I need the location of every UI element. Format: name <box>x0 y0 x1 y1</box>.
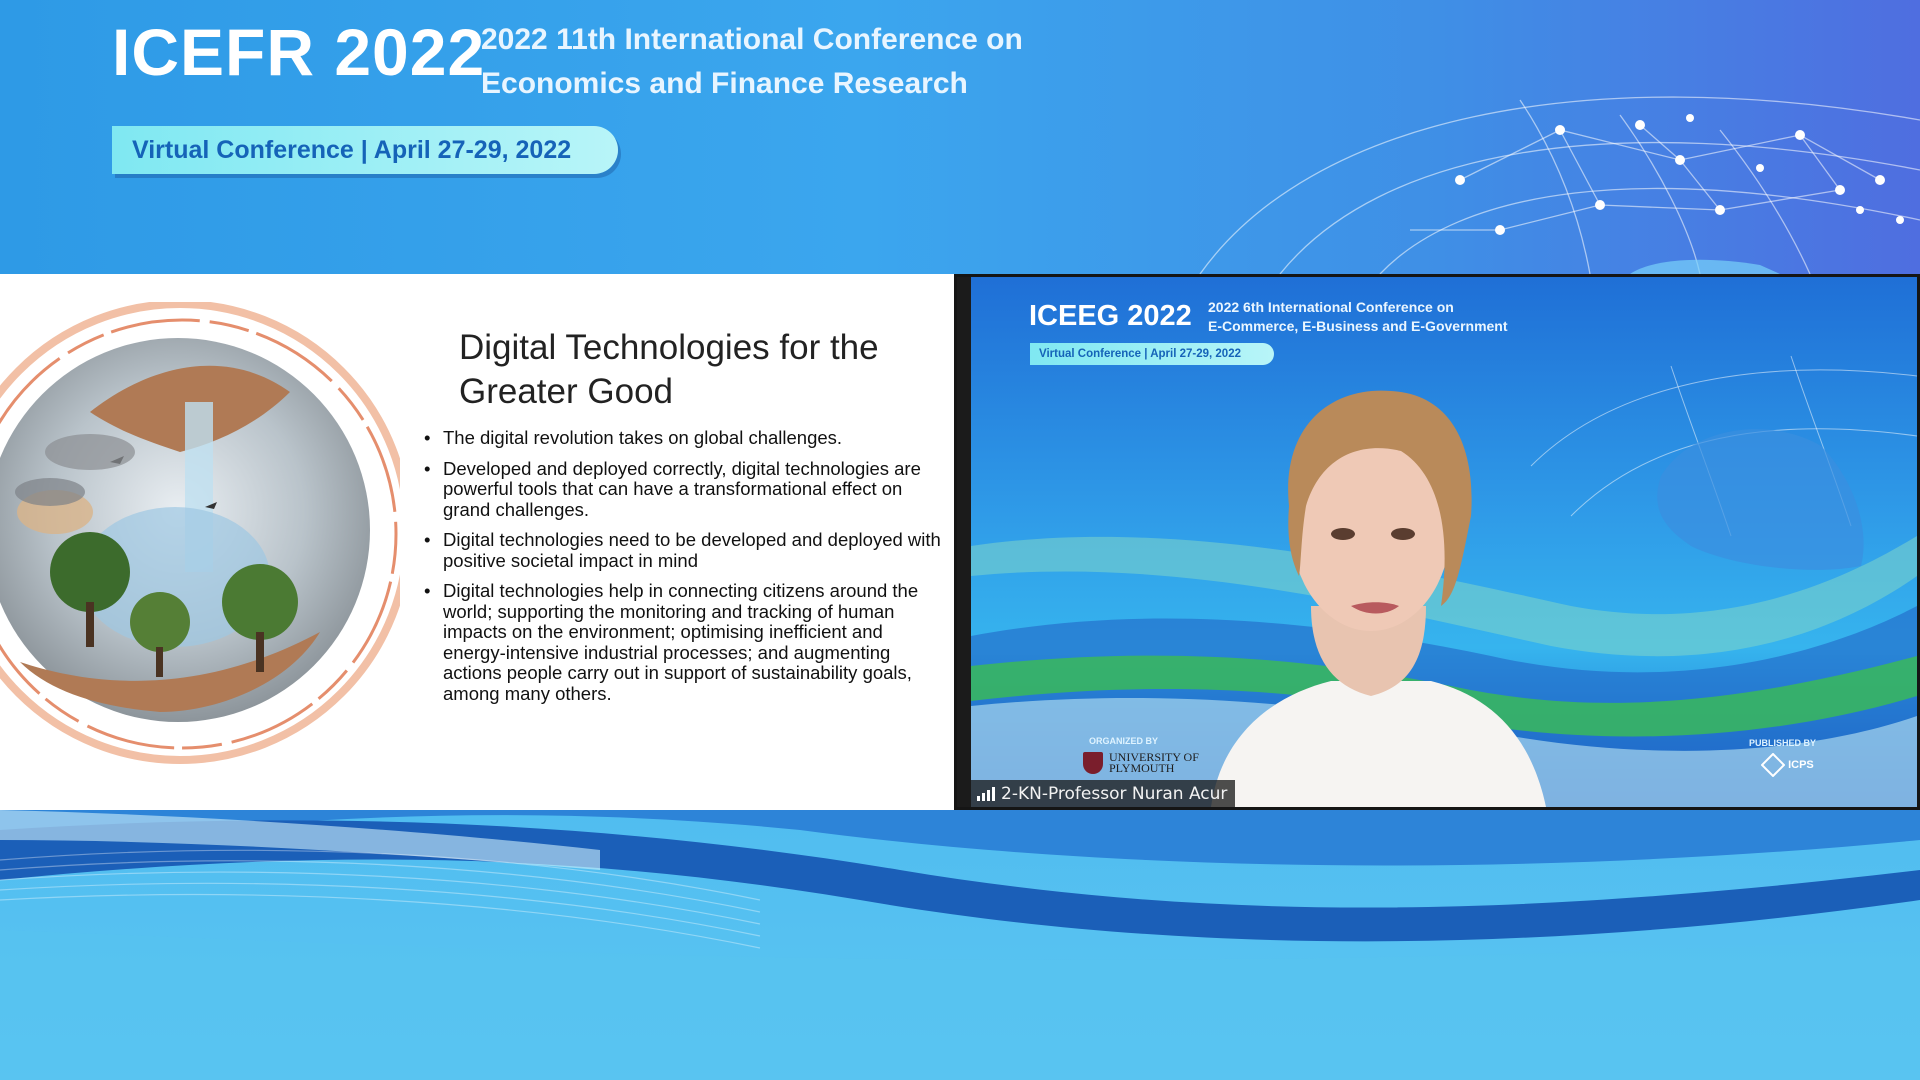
slide-title-line1: Digital Technologies for the <box>459 328 879 367</box>
presentation-slide: Digital Technologies for the Greater Goo… <box>0 274 954 810</box>
conference-acronym: ICEFR 2022 <box>112 15 486 89</box>
participant-video-tile[interactable]: ICEEG 2022 2022 6th International Confer… <box>971 276 1917 807</box>
participant-name: 2-KN-Professor Nuran Acur <box>1001 783 1228 804</box>
slide-bullet-list: The digital revolution takes on global c… <box>424 427 944 714</box>
participant-nameplate: 2-KN-Professor Nuran Acur <box>971 780 1236 807</box>
conference-title-line2: Economics and Finance Research <box>481 67 968 100</box>
university-name-line2: PLYMOUTH <box>1109 761 1175 775</box>
slide-title: Digital Technologies for the Greater Goo… <box>459 326 939 414</box>
panel-divider <box>954 274 971 810</box>
video-title-line2: E-Commerce, E-Business and E-Government <box>1208 318 1508 334</box>
video-virtual-conference-text: Virtual Conference | April 27-29, 2022 <box>1039 348 1241 360</box>
virtual-conference-pill: Virtual Conference | April 27-29, 2022 <box>112 126 618 174</box>
publisher-logo: ICPS <box>1760 752 1814 778</box>
video-conference-title: 2022 6th International Conference on E-C… <box>1208 298 1508 336</box>
organized-by-label: ORGANIZED BY <box>1089 736 1159 746</box>
conference-title: 2022 11th International Conference on Ec… <box>481 18 1023 106</box>
video-title-line1: 2022 6th International Conference on <box>1208 299 1454 315</box>
hands-holding-nature-image <box>0 302 400 764</box>
signal-bars-icon <box>977 786 995 801</box>
bullet-item: The digital revolution takes on global c… <box>424 427 944 449</box>
slide-title-line2: Greater Good <box>459 372 673 411</box>
conference-banner: ICEFR 2022 2022 11th International Confe… <box>0 0 1920 274</box>
bullet-item: Digital technologies need to be develope… <box>424 529 944 571</box>
university-crest-icon <box>1083 752 1103 774</box>
university-logo: UNIVERSITY OF PLYMOUTH <box>1083 751 1199 775</box>
bullet-item: Developed and deployed correctly, digita… <box>424 458 944 521</box>
publisher-diamond-icon <box>1760 752 1786 778</box>
publisher-logo-text: ICPS <box>1788 758 1814 771</box>
conference-title-line1: 2022 11th International Conference on <box>481 23 1023 56</box>
bottom-wave-graphic <box>0 810 1920 1080</box>
virtual-conference-text: Virtual Conference | April 27-29, 2022 <box>132 135 572 164</box>
video-virtual-conference-pill: Virtual Conference | April 27-29, 2022 <box>1030 343 1274 365</box>
video-conference-acronym: ICEEG 2022 <box>1029 300 1192 332</box>
university-name: UNIVERSITY OF PLYMOUTH <box>1109 751 1199 775</box>
published-by-label: PUBLISHED BY <box>1749 738 1817 748</box>
bullet-item: Digital technologies help in connecting … <box>424 580 944 704</box>
globe-network-graphic <box>1199 96 1920 274</box>
